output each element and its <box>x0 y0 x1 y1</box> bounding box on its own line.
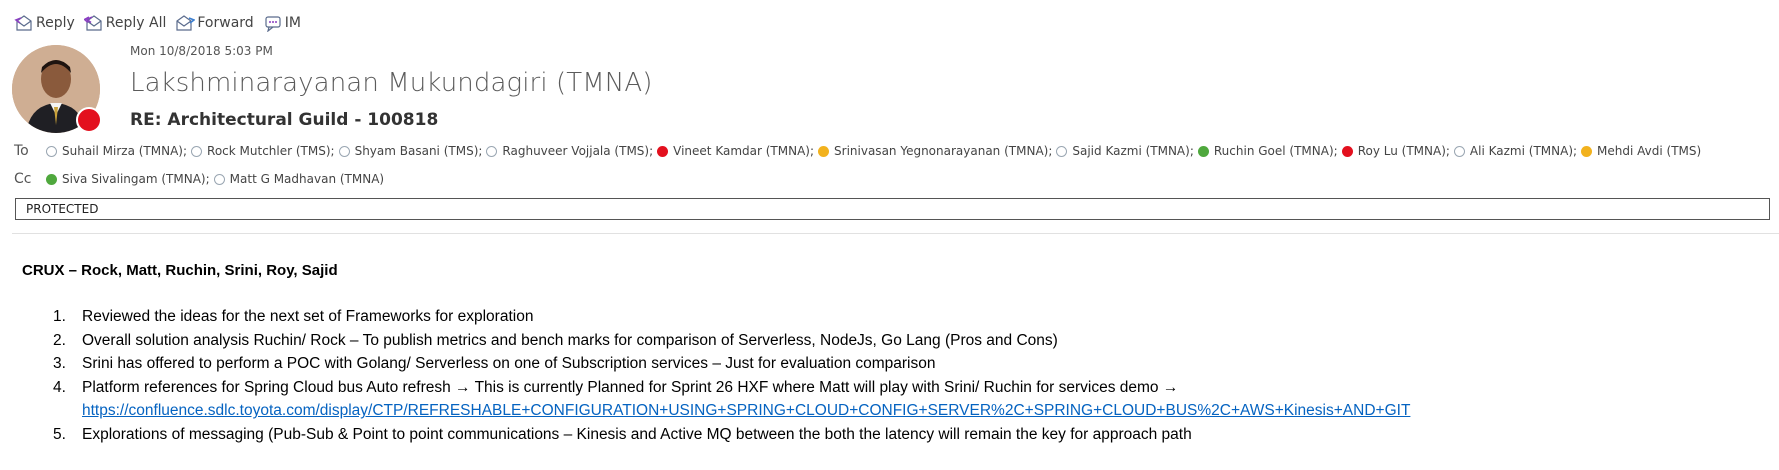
sender-presence-busy-icon <box>76 107 102 133</box>
presence-available-icon <box>1197 145 1209 157</box>
reply-icon <box>14 15 32 31</box>
recipient-name: Ruchin Goel (TMNA); <box>1213 144 1338 158</box>
header-divider <box>12 233 1779 234</box>
presence-away-icon <box>1581 145 1593 157</box>
to-label: To <box>14 143 29 159</box>
recipient[interactable]: Ruchin Goel (TMNA); <box>1197 144 1338 158</box>
list-number: 1. <box>53 308 66 325</box>
recipient-name: Vineet Kamdar (TMNA); <box>673 144 815 158</box>
recipient[interactable]: Sajid Kazmi (TMNA); <box>1056 144 1194 158</box>
list-item-text: Reviewed the ideas for the next set of F… <box>82 308 534 325</box>
presence-unknown-icon <box>213 173 225 185</box>
to-recipients-row: To Suhail Mirza (TMNA); Rock Mutchler (T… <box>14 143 1705 159</box>
crux-heading: CRUX – Rock, Matt, Ruchin, Srini, Roy, S… <box>22 262 338 279</box>
recipient-name: Sajid Kazmi (TMNA); <box>1072 144 1194 158</box>
list-item: 3. Srini has offered to perform a POC wit… <box>22 352 1410 376</box>
recipient-name: Suhail Mirza (TMNA); <box>62 144 188 158</box>
recipient[interactable]: Srinivasan Yegnonarayanan (TMNA); <box>818 144 1052 158</box>
list-number: 4. <box>53 378 66 396</box>
presence-unknown-icon <box>338 145 350 157</box>
recipient-name: Matt G Madhavan (TMNA) <box>229 172 385 186</box>
recipient-name: Ali Kazmi (TMNA); <box>1469 144 1578 158</box>
list-item: 1. Reviewed the ideas for the next set of… <box>22 305 1410 329</box>
message-body: CRUX – Rock, Matt, Ruchin, Srini, Roy, S… <box>22 262 1410 447</box>
sent-date: Mon 10/8/2018 5:03 PM <box>130 44 273 58</box>
im-icon <box>265 16 281 32</box>
recipient[interactable]: Vineet Kamdar (TMNA); <box>657 144 814 158</box>
forward-icon <box>176 15 196 31</box>
confluence-link[interactable]: https://confluence.sdlc.toyota.com/displ… <box>82 402 1410 419</box>
recipient-name: Raghuveer Vojjala (TMS); <box>502 144 654 158</box>
list-item: 4. Platform references for Spring Cloud b… <box>22 376 1410 400</box>
message-toolbar: Reply Reply All Forward IM <box>14 12 310 34</box>
reply-all-icon <box>83 15 102 31</box>
forward-button[interactable]: Forward <box>175 14 254 32</box>
recipient[interactable]: Mehdi Avdi (TMS) <box>1581 144 1701 158</box>
classification-banner: PROTECTED <box>15 198 1770 220</box>
action-items-list: 1. Reviewed the ideas for the next set of… <box>22 305 1410 447</box>
cc-label: Cc <box>14 171 32 187</box>
list-item-text: Srini has offered to perform a POC with … <box>82 355 936 373</box>
presence-unknown-icon <box>486 145 498 157</box>
recipient-name: Shyam Basani (TMS); <box>354 144 483 158</box>
recipient-name: Srinivasan Yegnonarayanan (TMNA); <box>834 144 1053 158</box>
recipient[interactable]: Raghuveer Vojjala (TMS); <box>486 144 653 158</box>
recipient[interactable]: Matt G Madhavan (TMNA) <box>213 172 385 186</box>
list-item: 2. Overall solution analysis Ruchin/ Rock… <box>22 329 1410 353</box>
reply-all-button[interactable]: Reply All <box>83 14 167 32</box>
subject-line: RE: Architectural Guild - 100818 <box>130 110 439 130</box>
presence-unknown-icon <box>46 145 57 157</box>
list-item: 5. Explorations of messaging (Pub-Sub & P… <box>22 423 1410 447</box>
list-item-text: Platform references for Spring Cloud bus… <box>82 378 1179 396</box>
presence-busy-icon <box>1341 145 1353 157</box>
sender-name[interactable]: Lakshminarayanan Mukundagiri (TMNA) <box>130 68 652 98</box>
presence-unknown-icon <box>1056 145 1068 157</box>
presence-unknown-icon <box>1453 145 1465 157</box>
reply-button[interactable]: Reply <box>14 14 75 32</box>
im-label: IM <box>284 15 301 31</box>
list-number: 3. <box>53 355 66 373</box>
presence-unknown-icon <box>191 145 203 157</box>
reply-all-label: Reply All <box>105 15 167 31</box>
recipient[interactable]: Suhail Mirza (TMNA); <box>46 144 187 158</box>
recipient[interactable]: Roy Lu (TMNA); <box>1341 144 1450 158</box>
recipient-name: Mehdi Avdi (TMS) <box>1597 144 1702 158</box>
recipient-name: Rock Mutchler (TMS); <box>207 144 335 158</box>
forward-label: Forward <box>197 15 254 31</box>
recipient[interactable]: Siva Sivalingam (TMNA); <box>46 172 210 186</box>
recipient[interactable]: Shyam Basani (TMS); <box>338 144 483 158</box>
reply-label: Reply <box>36 15 75 31</box>
recipient[interactable]: Ali Kazmi (TMNA); <box>1453 144 1578 158</box>
cc-recipients-row: Cc Siva Sivalingam (TMNA); Matt G Madhav… <box>14 171 388 187</box>
list-item-continuation: https://confluence.sdlc.toyota.com/displ… <box>22 399 1410 423</box>
presence-away-icon <box>818 145 830 157</box>
list-item-text: Explorations of messaging (Pub-Sub & Poi… <box>82 425 1192 443</box>
list-number: 5. <box>53 425 66 443</box>
recipient-name: Siva Sivalingam (TMNA); <box>62 172 210 186</box>
list-number: 2. <box>53 331 66 349</box>
presence-busy-icon <box>657 145 669 157</box>
presence-available-icon <box>46 173 57 185</box>
im-button[interactable]: IM <box>263 14 301 32</box>
list-item-text: Overall solution analysis Ruchin/ Rock –… <box>82 331 1058 349</box>
recipient-name: Roy Lu (TMNA); <box>1357 144 1450 158</box>
recipient[interactable]: Rock Mutchler (TMS); <box>191 144 335 158</box>
